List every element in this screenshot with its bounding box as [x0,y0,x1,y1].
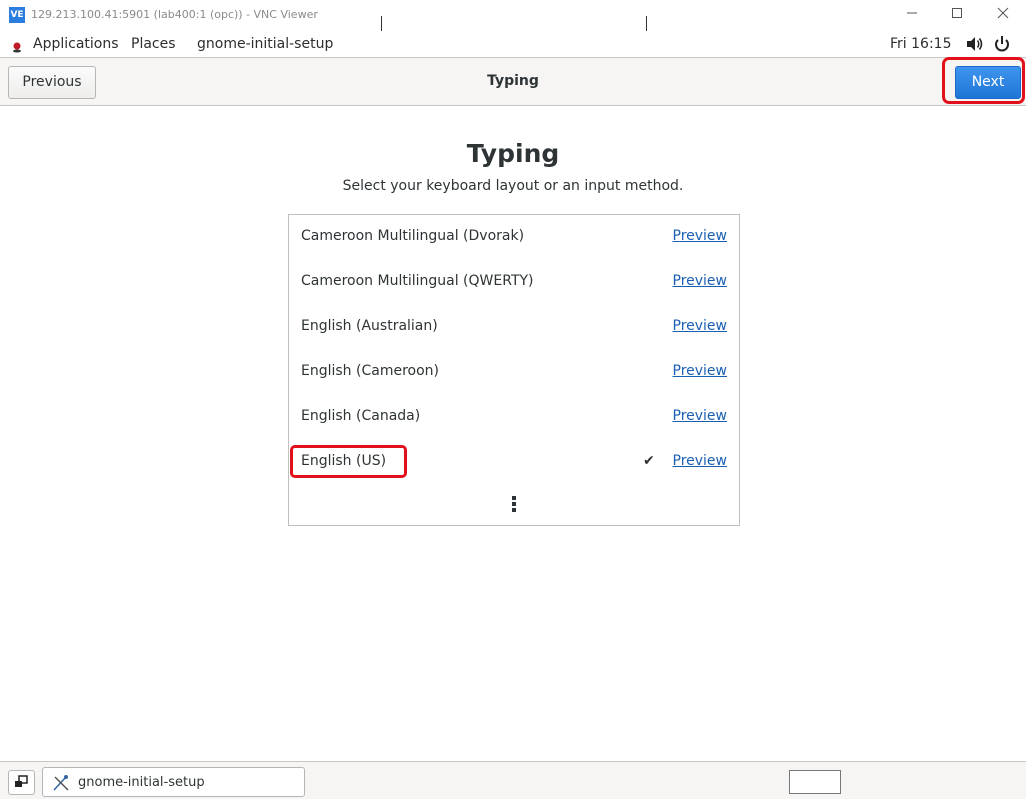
taskbar-window-button[interactable]: gnome-initial-setup [42,767,305,797]
close-icon[interactable] [990,4,1016,26]
volume-icon[interactable] [965,35,985,53]
gnome-top-panel: Applications Places gnome-initial-setup … [0,31,1026,57]
layout-name: English (US) [301,453,387,469]
page-heading: Typing [466,139,560,168]
layout-name: Cameroon Multilingual (Dvorak) [301,228,525,244]
header-bar: Previous Typing Next [0,57,1026,106]
bottom-taskbar: gnome-initial-setup [0,761,1026,799]
window-title: 129.213.100.41:5901 (lab400:1 (opc)) - V… [31,8,318,21]
workspace-switcher[interactable] [789,770,841,794]
show-desktop-button[interactable] [8,770,35,795]
keyboard-layout-list: Cameroon Multilingual (Dvorak) Preview C… [288,214,740,526]
app-menu[interactable]: gnome-initial-setup [197,36,333,52]
header-title: Typing [487,73,539,89]
list-item[interactable]: English (Cameroon) Preview [289,350,739,395]
preview-link[interactable]: Preview [673,453,728,469]
checkmark-icon: ✔ [643,453,655,469]
list-item[interactable]: English (Australian) Preview [289,305,739,350]
clock[interactable]: Fri 16:15 [890,36,951,52]
places-menu[interactable]: Places [131,36,176,52]
setup-app-icon [51,773,71,793]
taskbar-window-label: gnome-initial-setup [78,775,205,790]
page-subtitle: Select your keyboard layout or an input … [342,178,684,194]
preview-link[interactable]: Preview [673,363,728,379]
list-item[interactable]: English (Canada) Preview [289,395,739,440]
list-item[interactable]: Cameroon Multilingual (Dvorak) Preview [289,215,739,260]
more-vertical-icon[interactable] [511,496,517,514]
power-icon[interactable] [992,35,1012,53]
applications-menu[interactable]: Applications [33,36,119,52]
list-item[interactable]: Cameroon Multilingual (QWERTY) Preview [289,260,739,305]
layout-name: English (Australian) [301,318,438,334]
vnc-viewer-window: VE 129.213.100.41:5901 (lab400:1 (opc)) … [0,0,1026,799]
layout-name: Cameroon Multilingual (QWERTY) [301,273,534,289]
preview-link[interactable]: Preview [673,408,728,424]
layout-name: English (Cameroon) [301,363,439,379]
layout-name: English (Canada) [301,408,421,424]
minimize-icon[interactable] [899,4,925,26]
preview-link[interactable]: Preview [673,273,728,289]
next-button[interactable]: Next [955,66,1021,99]
vnc-app-icon: VE [9,7,25,23]
preview-link[interactable]: Preview [673,228,728,244]
applications-logo-icon [11,38,23,53]
vnc-titlebar: VE 129.213.100.41:5901 (lab400:1 (opc)) … [0,0,1026,34]
list-item-selected[interactable]: English (US) ✔ Preview [289,440,739,485]
maximize-icon[interactable] [944,4,970,26]
preview-link[interactable]: Preview [673,318,728,334]
